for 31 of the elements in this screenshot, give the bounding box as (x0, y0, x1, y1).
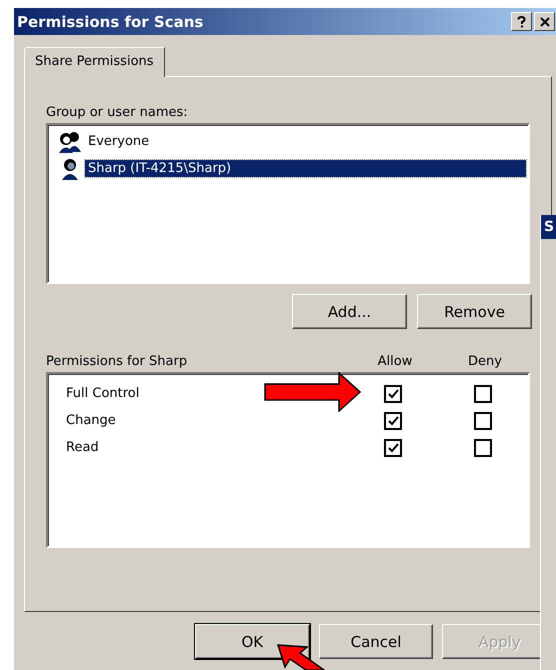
checkmark-icon (388, 416, 398, 426)
allow-checkbox[interactable] (384, 412, 402, 430)
deny-checkbox[interactable] (474, 384, 492, 402)
list-label: Group or user names: (46, 105, 188, 120)
list-item[interactable]: Everyone (85, 133, 152, 150)
permission-name: Change (66, 413, 116, 428)
deny-checkbox[interactable] (474, 438, 492, 456)
close-icon (540, 16, 550, 26)
list-item[interactable]: Sharp (IT-4215\Sharp) (85, 160, 526, 177)
dialog-button[interactable]: Cancel (318, 624, 434, 659)
window-title: S (544, 219, 554, 235)
column-header: Deny (468, 354, 502, 369)
allow-checkbox[interactable] (384, 438, 402, 456)
dialog-button[interactable]: OK (195, 624, 310, 659)
annotation-arrow (276, 643, 326, 670)
list-button[interactable]: Remove (417, 294, 532, 329)
help-button[interactable] (511, 12, 532, 31)
permission-name: Read (66, 440, 99, 455)
column-header: Allow (378, 354, 412, 369)
tab[interactable]: Share Permissions (24, 47, 165, 77)
deny-checkbox[interactable] (474, 412, 492, 430)
users-icon (58, 130, 82, 154)
window-title: Permissions for Scans (17, 12, 204, 30)
permission-name: Full Control (66, 386, 140, 401)
close-button[interactable] (534, 12, 555, 31)
checkmark-icon (388, 388, 398, 398)
question-mark-icon (517, 16, 526, 28)
permissions-label: Permissions for Sharp (46, 354, 188, 369)
checkmark-icon (388, 442, 398, 452)
allow-checkbox[interactable] (384, 384, 402, 402)
list-button[interactable]: Add... (292, 294, 407, 329)
